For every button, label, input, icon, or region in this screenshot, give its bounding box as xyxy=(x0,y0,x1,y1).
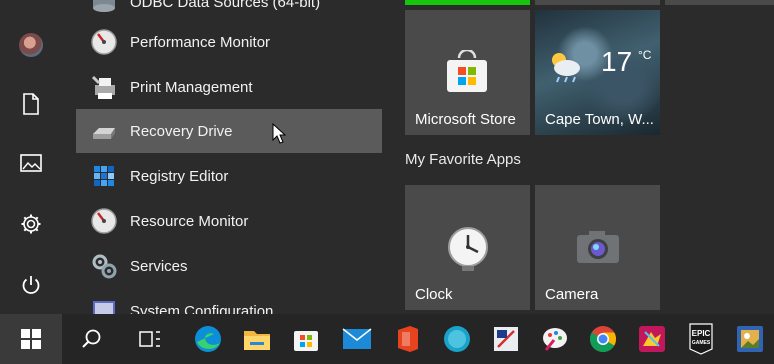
app-item-label: Recovery Drive xyxy=(130,122,233,140)
gear-icon xyxy=(21,214,41,234)
app-item-label: Performance Monitor xyxy=(130,33,271,51)
app-item-label: Print Management xyxy=(130,78,253,96)
tile-label: Camera xyxy=(545,286,599,303)
chrome-icon xyxy=(589,326,617,353)
epic-games-icon: EPIC GAMES xyxy=(689,323,713,355)
edge-icon xyxy=(195,326,221,352)
app-item-services[interactable]: Services xyxy=(76,244,382,288)
temperature-unit: °C xyxy=(638,48,652,62)
microsoft-store-icon xyxy=(294,331,318,351)
tile-clock[interactable]: Clock xyxy=(405,185,530,310)
taskbar-photos[interactable] xyxy=(725,314,774,364)
app-list: ODBC Data Sources (64-bit) Performance M… xyxy=(62,0,392,314)
performance-monitor-icon xyxy=(88,26,120,58)
taskbar-epic-games[interactable]: EPIC GAMES xyxy=(676,314,726,364)
taskbar-game[interactable] xyxy=(627,314,677,364)
avatar xyxy=(19,33,43,57)
mouse-cursor-icon xyxy=(272,123,286,144)
power-button[interactable] xyxy=(11,265,51,305)
services-icon xyxy=(88,250,120,282)
task-view-icon xyxy=(139,331,160,347)
photos-icon xyxy=(737,326,763,352)
tile-edge xyxy=(665,0,774,5)
start-rail xyxy=(0,0,62,314)
tiles-area: Microsoft Store 17 °C Cape Town, W... My… xyxy=(392,0,774,314)
search-icon xyxy=(82,329,101,348)
game-icon xyxy=(639,326,665,352)
pictures-icon xyxy=(20,154,42,172)
clock-icon xyxy=(448,227,488,271)
print-management-icon xyxy=(88,71,120,103)
taskbar-cortana[interactable] xyxy=(432,314,482,364)
svg-text:EPIC: EPIC xyxy=(692,329,711,338)
taskbar-chrome[interactable] xyxy=(578,314,628,364)
task-view-button[interactable] xyxy=(125,314,175,364)
taskbar-microsoft-store[interactable] xyxy=(281,314,331,364)
taskbar-file-explorer[interactable] xyxy=(232,314,282,364)
user-account-button[interactable] xyxy=(11,25,51,65)
app-item-label: Services xyxy=(130,257,188,275)
recovery-drive-icon xyxy=(88,115,120,147)
resource-monitor-icon xyxy=(88,205,120,237)
paint-icon xyxy=(543,328,567,351)
tile-weather[interactable]: 17 °C Cape Town, W... xyxy=(535,10,660,135)
app-item-recovery-drive[interactable]: Recovery Drive xyxy=(76,109,382,153)
office-icon xyxy=(398,326,418,352)
start-button[interactable] xyxy=(0,314,62,364)
app-item-registry-editor[interactable]: Registry Editor xyxy=(76,154,382,198)
taskbar-edge[interactable] xyxy=(183,314,233,364)
svg-text:GAMES: GAMES xyxy=(692,340,711,346)
app-item-label: Resource Monitor xyxy=(130,212,249,230)
file-explorer-icon xyxy=(244,331,270,350)
partly-cloudy-rain-icon xyxy=(552,53,580,83)
tile-camera[interactable]: Camera xyxy=(535,185,660,310)
registry-editor-icon xyxy=(88,160,120,192)
pictures-button[interactable] xyxy=(11,143,51,183)
settings-button[interactable] xyxy=(11,204,51,244)
camera-icon xyxy=(577,231,619,263)
tile-label: Microsoft Store xyxy=(415,111,516,128)
temperature: 17 xyxy=(601,46,633,77)
app-item-system-configuration[interactable]: System Configuration xyxy=(76,289,382,314)
system-configuration-icon xyxy=(88,295,120,314)
taskbar-office[interactable] xyxy=(382,314,432,364)
tile-label: Clock xyxy=(415,286,453,303)
documents-button[interactable] xyxy=(11,84,51,124)
app-item-label: ODBC Data Sources (64-bit) xyxy=(130,0,321,11)
start-menu: ODBC Data Sources (64-bit) Performance M… xyxy=(0,0,774,314)
app-item-resource-monitor[interactable]: Resource Monitor xyxy=(76,199,382,243)
app-item-performance-monitor[interactable]: Performance Monitor xyxy=(76,20,382,64)
cortana-icon xyxy=(444,326,470,352)
microsoft-store-icon xyxy=(447,50,487,92)
app-item-label: System Configuration xyxy=(130,302,274,315)
mail-icon xyxy=(342,328,372,349)
search-button[interactable] xyxy=(66,314,116,364)
taskbar-paint[interactable] xyxy=(530,314,580,364)
green-tile-edge xyxy=(405,0,530,5)
tile-microsoft-store[interactable]: Microsoft Store xyxy=(405,10,530,135)
document-icon xyxy=(23,93,39,115)
taskbar-mail[interactable] xyxy=(332,314,382,364)
taskbar-snipping-tool[interactable] xyxy=(481,314,531,364)
app-item-label: Registry Editor xyxy=(130,167,229,185)
app-item-print-management[interactable]: Print Management xyxy=(76,65,382,109)
snipping-tool-icon xyxy=(494,327,518,351)
taskbar: EPIC GAMES xyxy=(0,314,774,364)
windows-logo-icon xyxy=(21,329,41,349)
tile-label: Cape Town, W... xyxy=(545,111,654,128)
power-icon xyxy=(22,276,40,294)
tile-group-label[interactable]: My Favorite Apps xyxy=(405,151,521,168)
odbc-icon xyxy=(88,0,120,18)
tile-edge xyxy=(535,0,660,5)
